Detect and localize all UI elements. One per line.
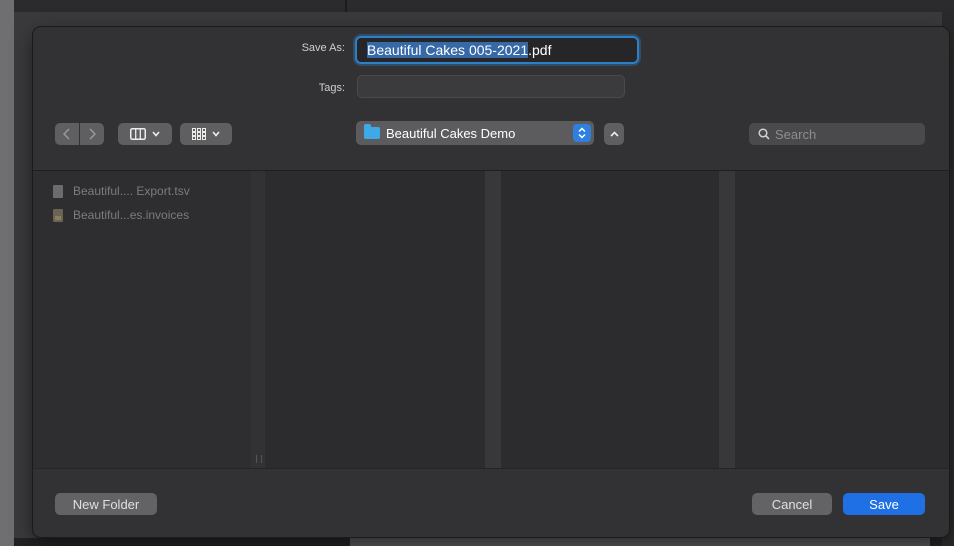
file-name: Beautiful...es.invoices	[73, 208, 190, 222]
forward-button[interactable]	[80, 123, 104, 145]
file-item[interactable]: Beautiful...es.invoices	[53, 206, 189, 224]
cancel-button[interactable]: Cancel	[752, 493, 832, 515]
location-popup[interactable]: Beautiful Cakes Demo	[356, 121, 594, 145]
chevron-up-icon	[609, 131, 619, 137]
background-window-edge	[0, 0, 14, 546]
group-by-button[interactable]	[180, 123, 232, 145]
column-divider[interactable]	[251, 171, 265, 468]
columns-icon	[130, 128, 146, 140]
filename-extension: .pdf	[528, 42, 552, 58]
background-window-toolbar	[14, 0, 954, 12]
column-divider[interactable]	[719, 171, 735, 468]
chevron-left-icon	[63, 128, 70, 140]
file-browser: Beautiful.... Export.tsv Beautiful...es.…	[33, 170, 949, 468]
expand-collapse-button[interactable]	[604, 123, 624, 145]
location-label: Beautiful Cakes Demo	[386, 125, 516, 141]
tags-label: Tags:	[318, 82, 345, 94]
browser-column-1: Beautiful.... Export.tsv Beautiful...es.…	[33, 171, 251, 468]
grid-icon	[192, 128, 206, 140]
background-tab-strip	[350, 538, 930, 546]
invoice-document-icon	[53, 208, 63, 222]
background-divider	[345, 0, 347, 12]
tags-field[interactable]	[357, 75, 625, 98]
column-resize-handle[interactable]	[256, 455, 262, 463]
chevron-right-icon	[89, 128, 96, 140]
document-icon	[53, 184, 63, 198]
up-down-arrows-icon	[573, 124, 591, 142]
chevron-down-icon	[212, 131, 220, 137]
search-icon	[758, 128, 770, 140]
back-button[interactable]	[55, 123, 79, 145]
save-as-label: Save As:	[301, 42, 345, 54]
browser-column-4	[735, 171, 949, 468]
browser-column-2	[265, 171, 485, 468]
chevron-down-icon	[152, 131, 160, 137]
dialog-footer: New Folder Cancel Save	[33, 468, 949, 537]
view-mode-columns-button[interactable]	[118, 123, 172, 145]
new-folder-button[interactable]: New Folder	[55, 493, 157, 515]
filename-selected-text: Beautiful Cakes 005-2021	[367, 42, 529, 58]
save-dialog: Save As: Beautiful Cakes 005-2021 .pdf Ta…	[33, 27, 949, 537]
search-field[interactable]: Search	[749, 123, 925, 145]
file-item[interactable]: Beautiful.... Export.tsv	[53, 182, 190, 200]
folder-icon	[364, 124, 380, 139]
column-divider[interactable]	[485, 171, 501, 468]
browser-column-3	[501, 171, 719, 468]
file-name: Beautiful.... Export.tsv	[73, 184, 190, 198]
save-button[interactable]: Save	[843, 493, 925, 515]
filename-field[interactable]: Beautiful Cakes 005-2021 .pdf	[355, 36, 639, 64]
search-placeholder: Search	[775, 126, 817, 142]
